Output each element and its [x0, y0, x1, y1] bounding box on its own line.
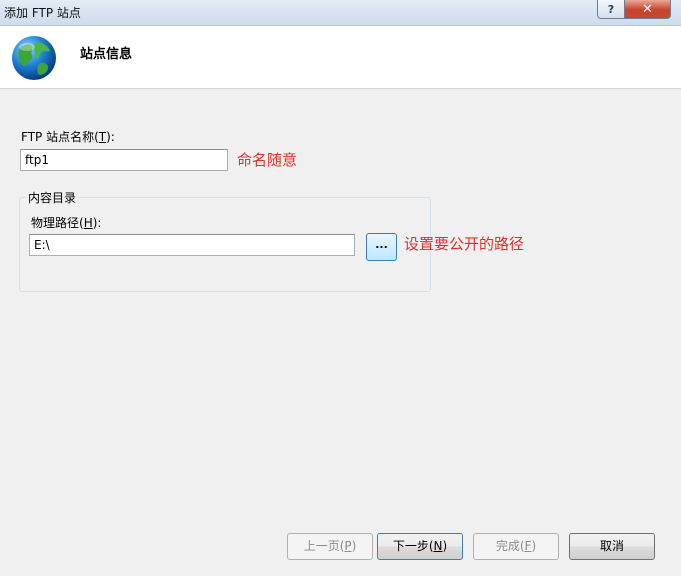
cancel-button[interactable]: 取消 [569, 533, 655, 560]
next-button[interactable]: 下一步(N) [377, 533, 463, 560]
title-bar[interactable]: 添加 FTP 站点 ? ✕ [0, 0, 681, 26]
physical-path-label: 物理路径(H): [31, 216, 102, 230]
page-title: 站点信息 [80, 47, 133, 62]
finish-button[interactable]: 完成(F) [473, 533, 559, 560]
wizard-header: 站点信息 [0, 26, 681, 89]
help-button[interactable]: ? [597, 0, 625, 19]
browse-button[interactable]: ... [366, 233, 397, 261]
physical-path-annotation: 设置要公开的路径 [404, 235, 525, 253]
content-directory-title: 内容目录 [26, 189, 79, 206]
window-controls: ? ✕ [597, 0, 671, 20]
previous-button[interactable]: 上一页(P) [287, 533, 373, 560]
globe-icon [12, 36, 56, 80]
site-name-annotation: 命名随意 [237, 151, 298, 169]
close-button[interactable]: ✕ [625, 0, 671, 19]
physical-path-input[interactable]: E:\ [29, 234, 355, 256]
window-title: 添加 FTP 站点 [4, 6, 81, 20]
site-name-input[interactable]: ftp1 [20, 149, 228, 171]
site-name-label: FTP 站点名称(T): [21, 130, 115, 144]
